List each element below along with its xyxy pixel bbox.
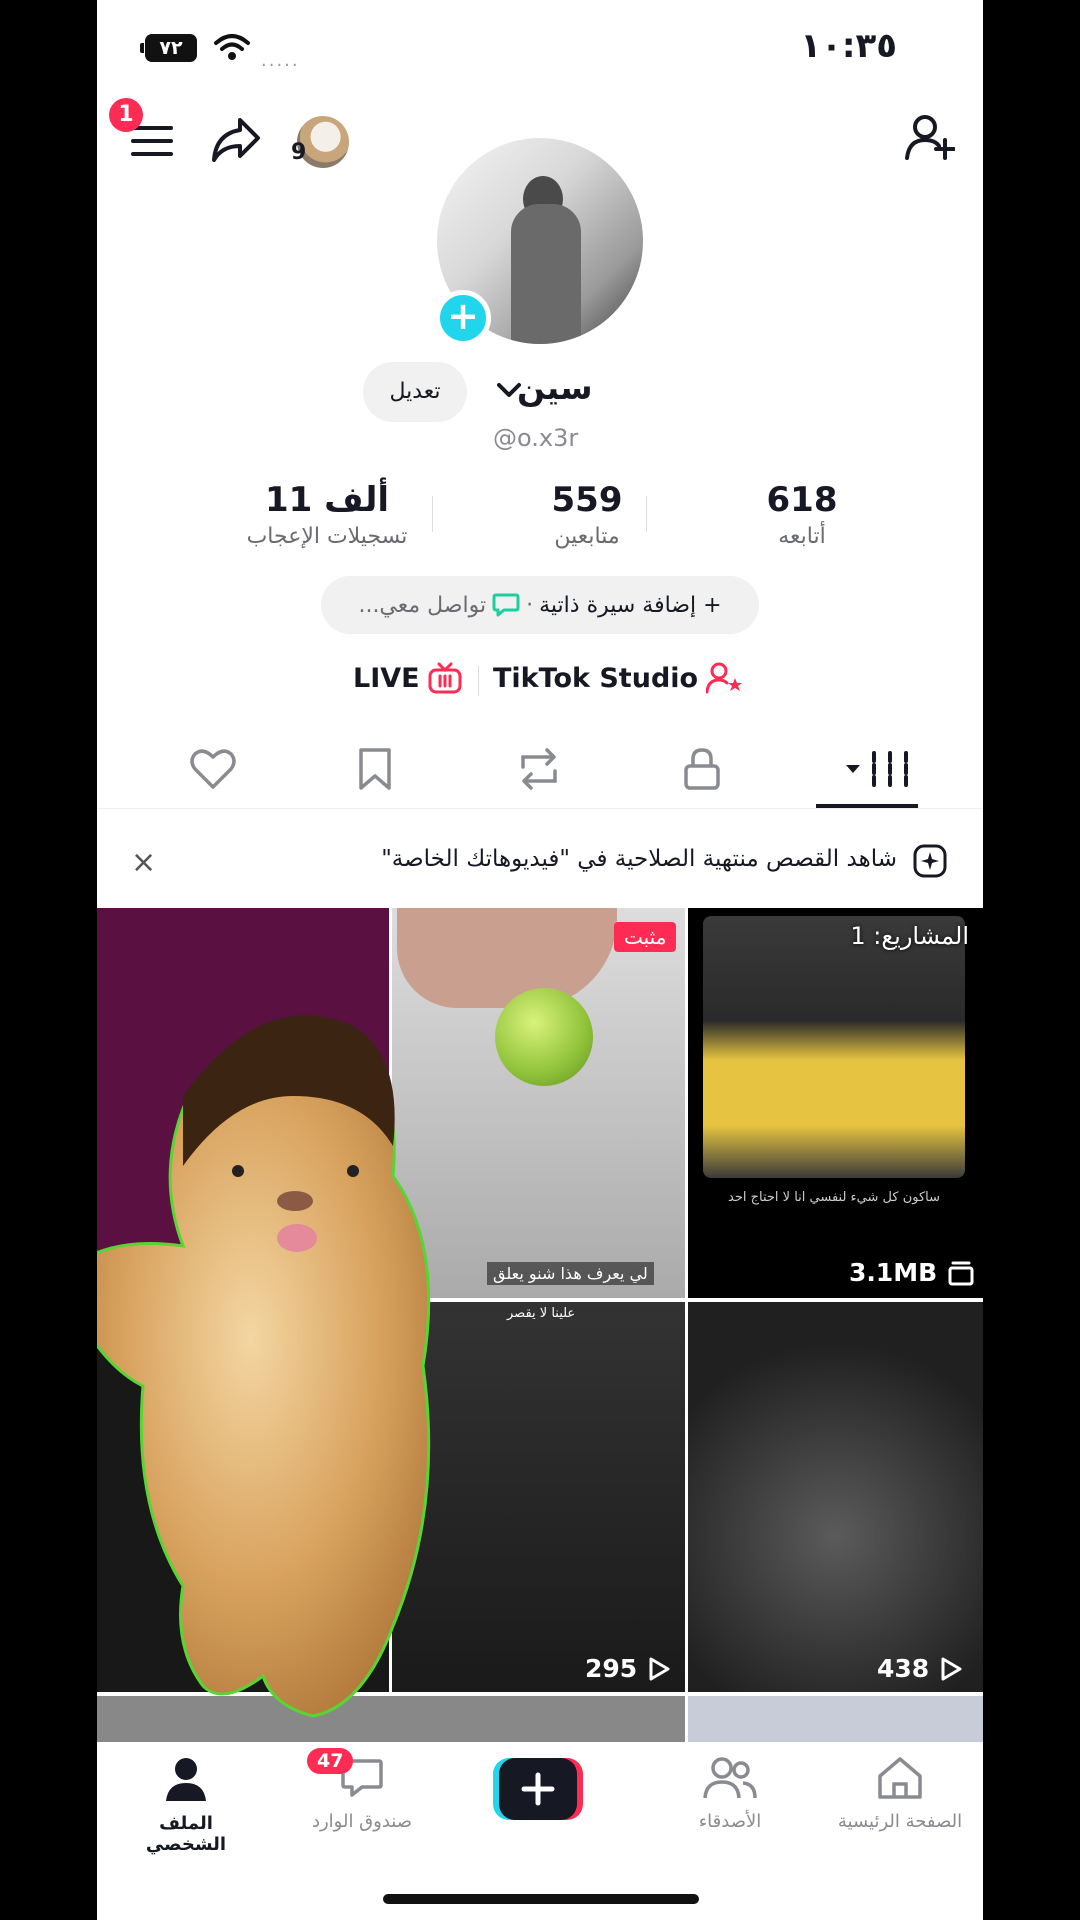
- likes-count: 11 ألف: [264, 480, 390, 520]
- tab-private[interactable]: [672, 742, 732, 796]
- bookmark-icon: [359, 748, 391, 790]
- live-tv-icon: [428, 662, 462, 694]
- tile-caption: لي يعرف هذا شنو يعلق: [487, 1262, 654, 1285]
- nav-home[interactable]: الصفحة الرئيسية: [825, 1756, 975, 1832]
- nav-profile-label: الملف الشخصي: [145, 1813, 227, 1855]
- tab-reposts[interactable]: [509, 742, 569, 796]
- hamster-sticker: [97, 1015, 431, 1718]
- heart-icon: [190, 749, 236, 789]
- share-icon[interactable]: [210, 116, 262, 164]
- draft-size: 3.1MB: [849, 1258, 975, 1287]
- chat-icon: [492, 593, 520, 617]
- following-label: أتابعه: [778, 524, 826, 549]
- likes-label: تسجيلات الإعجاب: [246, 524, 408, 549]
- drafts-label: المشاريع: 1: [850, 922, 969, 950]
- nav-inbox-label: صندوق الوارد: [311, 1811, 413, 1832]
- contact-button[interactable]: تواصل معي...: [358, 593, 486, 618]
- lock-icon: [684, 748, 720, 790]
- sparkle-icon: [913, 844, 947, 878]
- signal-indicator: .....: [261, 50, 300, 71]
- home-icon: [878, 1757, 922, 1799]
- following-count: 618: [766, 480, 838, 520]
- battery-indicator: ٧٢: [140, 34, 197, 62]
- tile-caption: علينا لا يقصر: [507, 1306, 576, 1321]
- draft-thumbnail: [703, 916, 965, 1178]
- tiktok-studio-label: TikTok Studio: [493, 662, 699, 694]
- play-icon: [941, 1657, 962, 1680]
- followers-stat[interactable]: 559 متابعين: [522, 480, 652, 549]
- tab-favorites[interactable]: [345, 742, 405, 796]
- edit-profile-button[interactable]: تعديل: [363, 362, 467, 422]
- stat-divider: [432, 496, 433, 532]
- add-friend-icon[interactable]: [905, 114, 955, 162]
- notification-badge: 1: [109, 98, 143, 132]
- bio-pill[interactable]: + إضافة سيرة ذاتية · تواصل معي...: [321, 576, 759, 634]
- studio-star-icon: [706, 662, 743, 694]
- nav-home-label: الصفحة الرئيسية: [837, 1811, 963, 1832]
- create-button[interactable]: [493, 1758, 583, 1820]
- tile-thumbnail: [495, 988, 593, 1086]
- nav-profile[interactable]: الملف الشخصي: [121, 1756, 251, 1855]
- add-story-icon[interactable]: +: [435, 290, 491, 346]
- repost-icon: [521, 748, 557, 790]
- home-indicator: [383, 1894, 699, 1904]
- live-label: LIVE: [353, 662, 420, 694]
- drafts-icon: [948, 1261, 974, 1285]
- profile-name[interactable]: سين: [517, 368, 593, 407]
- draft-caption: ساكون كل شيء لنفسي انا لا احتاج احد: [728, 1190, 940, 1205]
- wifi-icon: [214, 34, 250, 60]
- video-tile[interactable]: [688, 1302, 983, 1692]
- add-bio-button[interactable]: + إضافة سيرة ذاتية: [539, 593, 721, 618]
- menu-icon[interactable]: [131, 124, 173, 158]
- tiktok-studio-button[interactable]: TikTok Studio: [493, 662, 744, 694]
- profile-icon: [166, 1758, 206, 1801]
- chevron-down-icon[interactable]: [497, 382, 521, 398]
- followers-label: متابعين: [554, 524, 620, 549]
- friends-count: 9: [291, 140, 307, 165]
- banner-close-button[interactable]: ×: [131, 845, 156, 880]
- row-divider: [478, 666, 479, 696]
- play-icon: [649, 1657, 670, 1680]
- expired-stories-banner[interactable]: شاهد القصص منتهية الصلاحية في "فيديوهاتك…: [381, 846, 897, 872]
- tab-videos[interactable]: [835, 742, 925, 796]
- view-count: 295: [585, 1654, 671, 1683]
- profile-screen: ٧٢ ..... ١٠:٣٥ 1 9 + سين تعديل @o.x3r 61…: [97, 0, 983, 1920]
- likes-stat[interactable]: 11 ألف تسجيلات الإعجاب: [227, 480, 427, 549]
- pinned-badge: مثبت: [614, 922, 677, 952]
- live-button[interactable]: LIVE: [353, 662, 462, 694]
- bio-separator: ·: [526, 592, 534, 618]
- tab-liked[interactable]: [183, 742, 243, 796]
- following-stat[interactable]: 618 أتابعه: [737, 480, 867, 549]
- profile-handle: @o.x3r: [493, 424, 579, 452]
- status-time: ١٠:٣٥: [800, 26, 897, 66]
- videos-grid-icon: [846, 751, 908, 787]
- followers-count: 559: [551, 480, 623, 520]
- tabs-divider: [97, 808, 983, 809]
- inbox-badge: 47: [307, 1748, 354, 1774]
- view-count: 438: [877, 1654, 963, 1683]
- nav-friends-label: الأصدقاء: [698, 1811, 762, 1832]
- friends-icon: [703, 1757, 757, 1799]
- nav-friends[interactable]: الأصدقاء: [665, 1756, 795, 1832]
